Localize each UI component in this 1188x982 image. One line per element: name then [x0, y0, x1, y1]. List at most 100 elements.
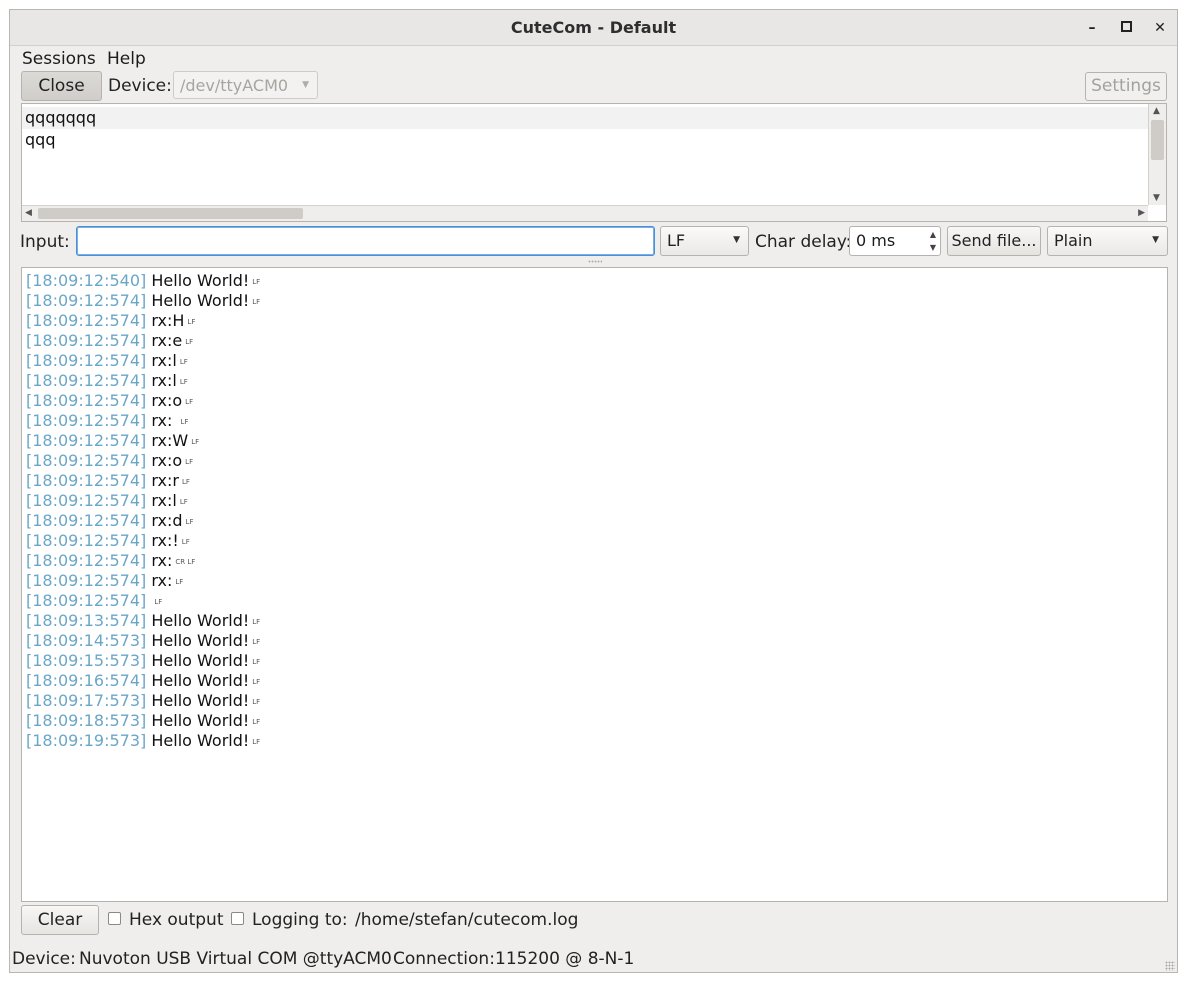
- log-timestamp: [18:09:13:574]: [26, 611, 147, 630]
- log-message: rx:H: [151, 311, 185, 330]
- line-feed-icon: LF: [185, 337, 194, 346]
- log-timestamp: [18:09:15:573]: [26, 651, 147, 670]
- minimize-button[interactable]: –: [1082, 18, 1102, 38]
- scroll-right-icon[interactable]: ▶: [1138, 208, 1145, 218]
- log-row: [18:09:12:574] rx:W LF: [26, 431, 199, 451]
- menu-sessions[interactable]: Sessions: [22, 49, 96, 69]
- spin-up-icon[interactable]: ▲: [930, 230, 936, 239]
- log-message: Hello World!: [151, 611, 250, 630]
- line-feed-icon: LF: [252, 617, 261, 626]
- log-row: [18:09:12:574] rx:d LF: [26, 511, 193, 531]
- log-timestamp: [18:09:14:573]: [26, 631, 147, 650]
- sent-history-panel[interactable]: qqqqqqq qqq ▲ ▼ ◀ ▶: [21, 103, 1167, 222]
- line-feed-icon: LF: [252, 697, 261, 706]
- device-label: Device:: [108, 76, 172, 96]
- line-feed-icon: LF: [175, 577, 184, 586]
- log-message: Hello World!: [151, 271, 250, 290]
- log-message: rx:d: [151, 511, 183, 530]
- output-log-panel[interactable]: [18:09:12:540] Hello World! LF [18:09:12:5…: [21, 267, 1168, 902]
- menu-bar: Sessions Help: [10, 46, 1177, 72]
- line-feed-icon: LF: [180, 417, 189, 426]
- scroll-down-icon[interactable]: ▼: [1153, 193, 1160, 203]
- line-feed-icon: LF: [154, 597, 163, 606]
- log-message: rx:l: [151, 491, 177, 510]
- sent-history-vertical-scrollbar[interactable]: ▲ ▼: [1148, 104, 1166, 205]
- log-timestamp: [18:09:12:574]: [26, 371, 147, 390]
- input-field[interactable]: [76, 226, 655, 256]
- format-select[interactable]: Plain ▼: [1047, 226, 1168, 256]
- scroll-left-icon[interactable]: ◀: [25, 208, 32, 218]
- line-feed-icon: LF: [252, 737, 261, 746]
- log-row: [18:09:12:574] rx:l LF: [26, 351, 188, 371]
- status-bar: Device: Nuvoton USB Virtual COM @ttyACM0…: [10, 946, 1177, 972]
- log-timestamp: [18:09:12:574]: [26, 591, 147, 610]
- log-timestamp: [18:09:19:573]: [26, 731, 147, 750]
- log-message: rx:o: [151, 391, 183, 410]
- line-ending-value: LF: [667, 231, 686, 250]
- status-device-value: Nuvoton USB Virtual COM @ttyACM0: [79, 949, 392, 969]
- log-timestamp: [18:09:12:540]: [26, 271, 147, 290]
- sent-history-item[interactable]: qqqqqqq: [22, 107, 1148, 129]
- title-bar[interactable]: CuteCom - Default – ✕: [10, 10, 1177, 46]
- log-timestamp: [18:09:12:574]: [26, 391, 147, 410]
- log-message: rx:e: [151, 331, 183, 350]
- scroll-thumb[interactable]: [38, 208, 303, 219]
- log-row: [18:09:12:574] rx:l LF: [26, 371, 188, 391]
- device-select[interactable]: /dev/ttyACM0 ▼: [173, 71, 318, 99]
- log-timestamp: [18:09:12:574]: [26, 551, 147, 570]
- log-row: [18:09:13:574] Hello World! LF: [26, 611, 260, 631]
- line-feed-icon: LF: [252, 637, 261, 646]
- send-file-button[interactable]: Send file...: [947, 226, 1041, 256]
- line-feed-icon: LF: [252, 277, 261, 286]
- clear-button[interactable]: Clear: [21, 905, 99, 935]
- scroll-up-icon[interactable]: ▲: [1153, 106, 1160, 116]
- chevron-down-icon: ▼: [733, 235, 740, 245]
- log-message: rx:!: [151, 531, 179, 550]
- line-feed-icon: LF: [181, 537, 190, 546]
- log-timestamp: [18:09:12:574]: [26, 511, 147, 530]
- close-window-button[interactable]: ✕: [1150, 18, 1170, 38]
- sent-history-horizontal-scrollbar[interactable]: ◀ ▶: [22, 205, 1148, 221]
- log-message: rx:l: [151, 371, 177, 390]
- resize-grip[interactable]: [1165, 961, 1175, 971]
- log-row: [18:09:12:574] rx: LF: [26, 571, 183, 591]
- hex-output-checkbox[interactable]: [108, 912, 121, 925]
- input-label: Input:: [20, 232, 70, 252]
- log-row: [18:09:12:574] rx:! LF: [26, 531, 190, 551]
- log-row: [18:09:15:573] Hello World! LF: [26, 651, 260, 671]
- hex-output-label[interactable]: Hex output: [129, 910, 223, 930]
- logging-checkbox[interactable]: [231, 912, 244, 925]
- log-row: [18:09:12:574] rx:l LF: [26, 491, 188, 511]
- chevron-down-icon: ▼: [302, 80, 309, 90]
- close-connection-button[interactable]: Close: [21, 71, 102, 101]
- log-timestamp: [18:09:12:574]: [26, 331, 147, 350]
- log-row: [18:09:17:573] Hello World! LF: [26, 691, 260, 711]
- scroll-thumb[interactable]: [1151, 120, 1164, 160]
- line-ending-select[interactable]: LF ▼: [660, 226, 749, 256]
- log-message: Hello World!: [151, 671, 250, 690]
- log-message: Hello World!: [151, 711, 250, 730]
- sent-history-item[interactable]: qqq: [25, 129, 55, 151]
- status-device-label: Device:: [12, 949, 76, 969]
- log-message: rx:: [151, 551, 173, 570]
- log-timestamp: [18:09:12:574]: [26, 451, 147, 470]
- window-title: CuteCom - Default: [510, 18, 677, 37]
- line-feed-icon: CR LF: [175, 557, 196, 566]
- log-row: [18:09:12:574] rx:H LF: [26, 311, 195, 331]
- log-row: [18:09:12:574] rx: CR LF: [26, 551, 195, 571]
- log-message: Hello World!: [151, 731, 250, 750]
- line-feed-icon: LF: [252, 677, 261, 686]
- spin-down-icon[interactable]: ▼: [930, 243, 936, 252]
- logging-label[interactable]: Logging to:: [252, 910, 348, 930]
- maximize-button[interactable]: [1116, 18, 1136, 38]
- line-feed-icon: LF: [179, 357, 188, 366]
- settings-button[interactable]: Settings: [1085, 72, 1167, 101]
- log-timestamp: [18:09:12:574]: [26, 411, 147, 430]
- char-delay-spinbox[interactable]: 0 ms ▲ ▼: [849, 226, 941, 256]
- log-path: /home/stefan/cutecom.log: [355, 910, 579, 930]
- line-feed-icon: LF: [185, 457, 194, 466]
- splitter-handle[interactable]: [588, 260, 602, 263]
- menu-help[interactable]: Help: [107, 49, 146, 69]
- log-timestamp: [18:09:12:574]: [26, 291, 147, 310]
- log-row: [18:09:19:573] Hello World! LF: [26, 731, 260, 751]
